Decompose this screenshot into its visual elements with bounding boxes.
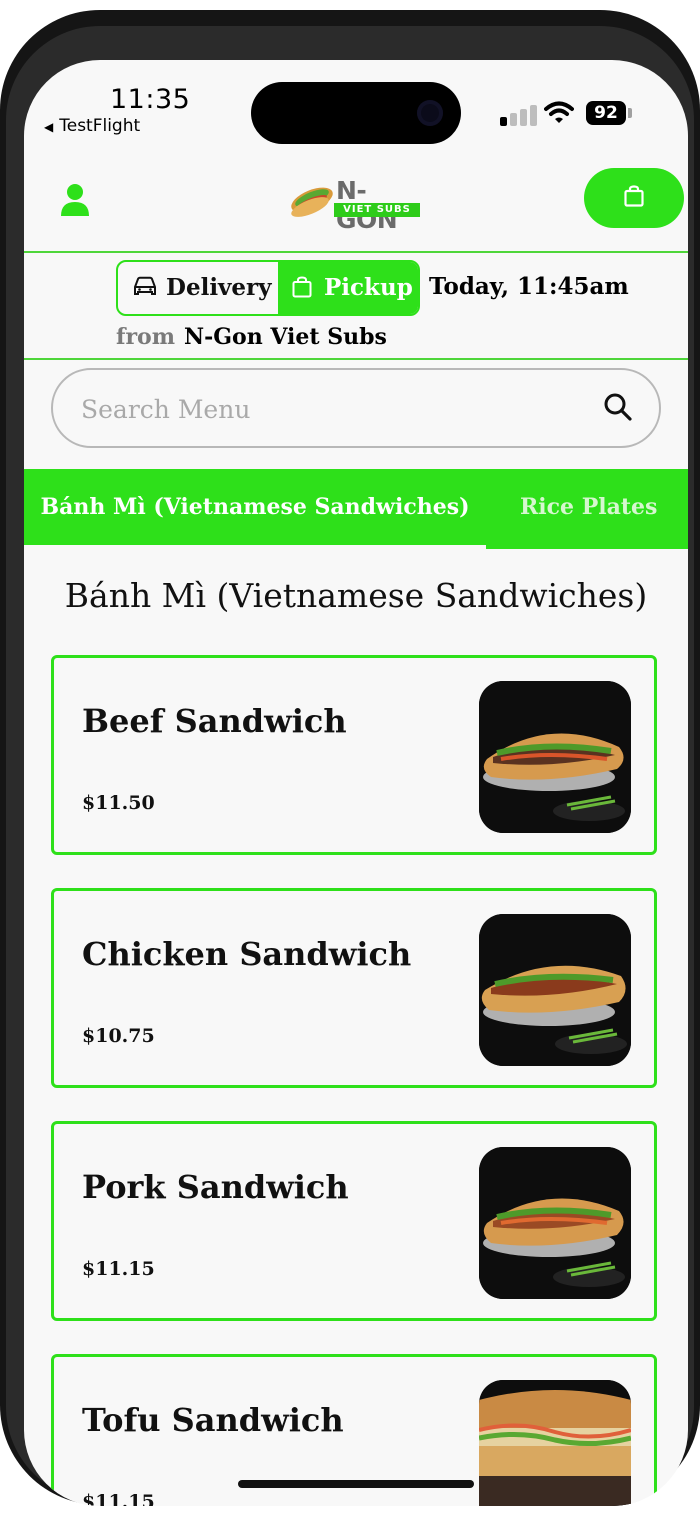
menu-item-price: $11.15 — [82, 1258, 155, 1280]
search-icon[interactable] — [603, 392, 633, 422]
shopping-bag-icon — [624, 185, 644, 207]
shopping-bag-icon — [292, 276, 312, 298]
camera-icon — [417, 100, 443, 126]
app-screen: 11:35 ◀ TestFlight 92 N-GON VIET SUBS De… — [24, 60, 688, 1506]
pickup-option[interactable]: Pickup — [278, 262, 418, 314]
logo-subtitle: VIET SUBS — [334, 203, 420, 217]
wifi-icon — [544, 101, 574, 123]
order-time-selector[interactable]: Today, 11:45am — [429, 273, 629, 300]
menu-item-card[interactable]: Chicken Sandwich $10.75 — [51, 888, 657, 1088]
phone-bezel: 11:35 ◀ TestFlight 92 N-GON VIET SUBS De… — [6, 26, 694, 1506]
menu-item-card[interactable]: Pork Sandwich $11.15 — [51, 1121, 657, 1321]
store-name[interactable]: N-Gon Viet Subs — [184, 324, 387, 350]
car-icon — [134, 276, 156, 295]
dynamic-island — [251, 82, 461, 144]
menu-item-card[interactable]: Beef Sandwich $11.50 — [51, 655, 657, 855]
user-icon[interactable] — [58, 182, 92, 218]
tab-indicator — [486, 545, 688, 549]
search-bar — [51, 368, 661, 448]
header-divider — [24, 251, 688, 253]
order-mode-divider — [24, 358, 688, 360]
app-header: N-GON VIET SUBS — [24, 158, 688, 252]
menu-item-price: $11.50 — [82, 792, 155, 814]
order-mode-toggle: Delivery Pickup — [116, 260, 420, 316]
status-time: 11:35 — [110, 84, 191, 115]
phone-frame: 11:35 ◀ TestFlight 92 N-GON VIET SUBS De… — [0, 10, 700, 1506]
menu-item-name: Pork Sandwich — [82, 1168, 349, 1206]
menu-item-name: Tofu Sandwich — [82, 1401, 344, 1439]
menu-item-price: $10.75 — [82, 1025, 155, 1047]
tab-banh-mi[interactable]: Bánh Mì (Vietnamese Sandwiches) — [24, 469, 486, 549]
brand-logo: N-GON VIET SUBS — [288, 176, 422, 234]
sandwich-photo — [479, 1147, 631, 1299]
back-app-label: TestFlight — [59, 116, 141, 136]
back-to-app-link[interactable]: ◀ TestFlight — [44, 116, 140, 136]
back-triangle-icon: ◀ — [44, 120, 54, 134]
sandwich-photo — [479, 681, 631, 833]
cart-button[interactable] — [584, 168, 684, 228]
home-indicator[interactable] — [238, 1480, 474, 1488]
category-tabs: Bánh Mì (Vietnamese Sandwiches) Rice Pla… — [24, 469, 688, 549]
delivery-label: Delivery — [166, 274, 272, 301]
banh-mi-logo-icon — [291, 187, 333, 217]
battery-tip — [628, 108, 632, 118]
signal-icon — [500, 104, 538, 126]
tab-rice-plates[interactable]: Rice Plates — [520, 469, 657, 545]
battery-icon: 92 — [586, 101, 626, 125]
menu-item-name: Beef Sandwich — [82, 702, 347, 740]
section-title: Bánh Mì (Vietnamese Sandwiches) — [64, 576, 648, 615]
menu-item-name: Chicken Sandwich — [82, 935, 412, 973]
sandwich-photo — [479, 1380, 631, 1506]
delivery-option[interactable]: Delivery — [118, 262, 278, 314]
search-input[interactable] — [79, 390, 563, 428]
menu-item-price: $11.15 — [82, 1491, 155, 1506]
from-label: from — [116, 324, 176, 350]
sandwich-photo — [479, 914, 631, 1066]
pickup-label: Pickup — [324, 274, 413, 301]
